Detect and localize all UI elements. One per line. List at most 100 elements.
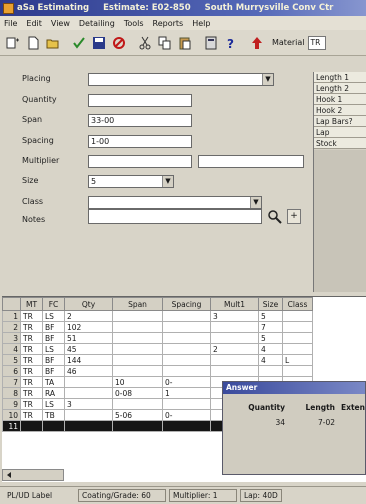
column-header[interactable]: Size (258, 297, 283, 311)
table-cell-mt[interactable]: TR (20, 398, 43, 410)
list-item[interactable]: Length 1 (314, 72, 366, 83)
placing-dropdown[interactable]: ▼ (88, 73, 274, 86)
table-cell-spacing[interactable] (162, 354, 211, 366)
table-row[interactable]: 1 TR LS 2 3 5 (2, 310, 313, 322)
table-cell-spacing[interactable] (162, 343, 211, 355)
table-cell-fc[interactable]: TA (42, 376, 65, 388)
chevron-down-icon[interactable]: ▼ (162, 176, 173, 187)
table-cell-fc[interactable]: BF (42, 332, 65, 344)
column-header[interactable]: Mult1 (210, 297, 259, 311)
table-cell-fc[interactable]: BF (42, 365, 65, 377)
scroll-left-icon[interactable] (4, 470, 14, 480)
table-cell-mult[interactable] (210, 332, 259, 344)
row-number[interactable]: 3 (2, 332, 21, 344)
table-cell-size[interactable]: 4 (258, 354, 283, 366)
table-cell-mult[interactable] (210, 365, 259, 377)
table-cell-span[interactable] (112, 310, 163, 322)
table-cell-fc[interactable]: RA (42, 387, 65, 399)
menu-edit[interactable]: Edit (26, 19, 42, 28)
cut-icon[interactable] (136, 34, 154, 52)
menu-tools[interactable]: Tools (124, 19, 144, 28)
table-cell-fc[interactable]: TB (42, 409, 65, 421)
table-cell-span[interactable] (112, 321, 163, 333)
menu-detailing[interactable]: Detailing (79, 19, 115, 28)
table-cell-fc[interactable]: BF (42, 321, 65, 333)
table-cell-cls[interactable] (282, 310, 313, 322)
table-row[interactable]: 2 TR BF 102 7 (2, 321, 313, 333)
table-cell-span[interactable] (112, 332, 163, 344)
table-cell-span[interactable] (112, 343, 163, 355)
menu-help[interactable]: Help (192, 19, 210, 28)
table-cell-mt[interactable] (20, 420, 43, 432)
table-cell-size[interactable]: 4 (258, 343, 283, 355)
column-header[interactable]: Class (282, 297, 313, 311)
table-cell-mt[interactable]: TR (20, 310, 43, 322)
table-cell-mt[interactable]: TR (20, 354, 43, 366)
help-icon[interactable]: ? (222, 34, 240, 52)
table-cell-spacing[interactable]: 1 (162, 387, 211, 399)
table-cell-fc[interactable]: LS (42, 343, 65, 355)
table-cell-mult[interactable] (210, 321, 259, 333)
table-cell-cls[interactable] (282, 343, 313, 355)
horizontal-scrollbar[interactable] (2, 469, 64, 481)
table-row[interactable]: 4 TR LS 45 2 4 (2, 343, 313, 355)
table-cell-qty[interactable] (64, 376, 113, 388)
table-cell-fc[interactable]: LS (42, 398, 65, 410)
table-cell-qty[interactable]: 144 (64, 354, 113, 366)
table-cell-spacing[interactable]: 0- (162, 376, 211, 388)
table-cell-cls[interactable] (282, 321, 313, 333)
table-cell-mt[interactable]: TR (20, 321, 43, 333)
row-number[interactable]: 11 (2, 420, 21, 432)
row-number[interactable]: 1 (2, 310, 21, 322)
class-dropdown[interactable]: ▼ (88, 196, 262, 209)
table-cell-mt[interactable]: TR (20, 409, 43, 421)
row-number[interactable]: 4 (2, 343, 21, 355)
table-cell-span[interactable] (112, 420, 163, 432)
table-cell-qty[interactable]: 2 (64, 310, 113, 322)
table-cell-cls[interactable]: L (282, 354, 313, 366)
row-number[interactable]: 5 (2, 354, 21, 366)
table-cell-fc[interactable] (42, 420, 65, 432)
row-number[interactable]: 2 (2, 321, 21, 333)
row-number[interactable]: 9 (2, 398, 21, 410)
table-cell-spacing[interactable] (162, 321, 211, 333)
size-dropdown[interactable]: 5 ▼ (88, 175, 174, 188)
table-cell-spacing[interactable] (162, 420, 211, 432)
table-cell-size[interactable]: 5 (258, 310, 283, 322)
cancel-icon[interactable] (110, 34, 128, 52)
table-row[interactable]: 3 TR BF 51 5 (2, 332, 313, 344)
list-item[interactable]: Stock (314, 138, 366, 149)
table-cell-mult[interactable]: 3 (210, 310, 259, 322)
table-cell-span[interactable]: 5-06 (112, 409, 163, 421)
copy-icon[interactable] (156, 34, 174, 52)
table-cell-mt[interactable]: TR (20, 387, 43, 399)
menu-file[interactable]: File (4, 19, 17, 28)
save-icon[interactable] (90, 34, 108, 52)
table-cell-fc[interactable]: BF (42, 354, 65, 366)
table-cell-qty[interactable] (64, 409, 113, 421)
table-cell-span[interactable] (112, 365, 163, 377)
column-header[interactable]: Qty (64, 297, 113, 311)
table-cell-cls[interactable] (282, 365, 313, 377)
search-icon[interactable] (266, 209, 283, 224)
table-cell-size[interactable]: 7 (258, 321, 283, 333)
chevron-down-icon[interactable]: ▼ (262, 74, 273, 85)
new-document-icon[interactable] (24, 34, 42, 52)
notes-field[interactable] (88, 209, 262, 224)
table-cell-spacing[interactable] (162, 332, 211, 344)
spacing-field[interactable]: 1-00 (88, 135, 192, 148)
table-cell-cls[interactable] (282, 332, 313, 344)
table-cell-qty[interactable]: 46 (64, 365, 113, 377)
list-item[interactable]: Length 2 (314, 83, 366, 94)
table-cell-mt[interactable]: TR (20, 343, 43, 355)
column-header[interactable]: MT (20, 297, 43, 311)
table-cell-qty[interactable] (64, 387, 113, 399)
table-cell-spacing[interactable] (162, 310, 211, 322)
table-cell-mt[interactable]: TR (20, 365, 43, 377)
table-cell-span[interactable]: 10 (112, 376, 163, 388)
list-item[interactable]: Hook 1 (314, 94, 366, 105)
arrow-up-icon[interactable] (248, 34, 266, 52)
row-number[interactable]: 10 (2, 409, 21, 421)
column-header[interactable]: Span (112, 297, 163, 311)
table-cell-size[interactable]: 5 (258, 332, 283, 344)
